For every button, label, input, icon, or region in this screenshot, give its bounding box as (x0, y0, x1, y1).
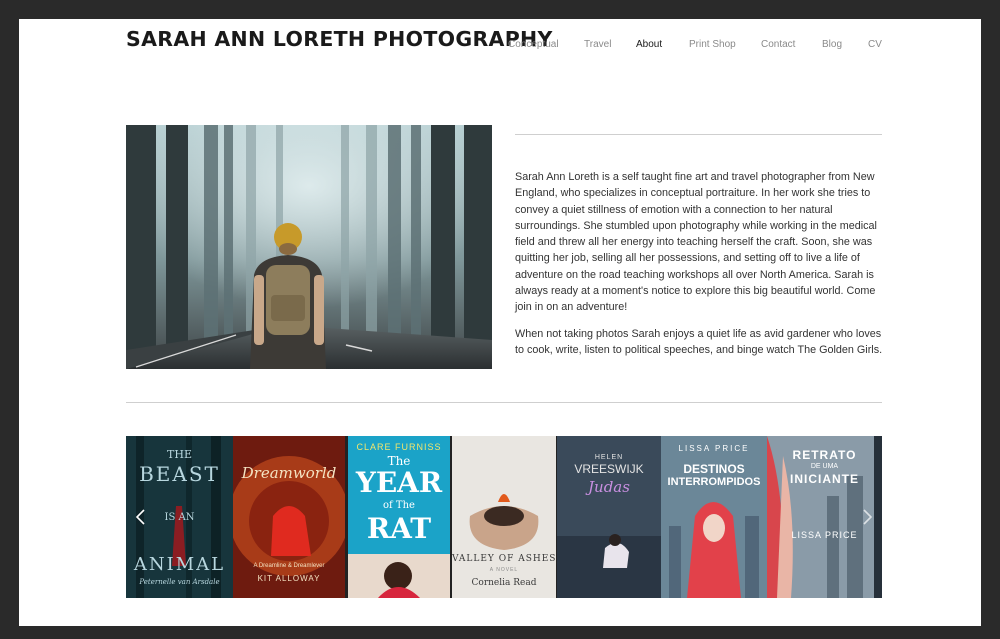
book-cover-year-of-the-rat[interactable]: CLARE FURNISS The YEAR of The RAT (348, 436, 450, 598)
book-5-title: Judas (588, 478, 630, 496)
nav-item-travel[interactable]: Travel (584, 39, 611, 50)
book-2-series: A Dreamline & Dreamlever (253, 563, 325, 569)
book-2-title: Dreamworld (241, 464, 337, 482)
chevron-left-icon (135, 509, 145, 525)
book-6-title-2: INTERROMPIDOS (667, 476, 761, 488)
book-1-title-1: THE (167, 448, 192, 461)
about-paragraph-1: Sarah Ann Loreth is a self taught fine a… (515, 171, 877, 314)
book-4-author: Cornelia Read (471, 578, 537, 588)
book-4-subtitle: A NOVEL (489, 567, 519, 573)
book-cover-judas[interactable]: HELEN VREESWIJK Judas (557, 436, 661, 598)
book-cover-dreamworld[interactable]: Dreamworld A Dreamline & Dreamlever KIT … (233, 436, 345, 598)
book-3-author: CLARE FURNISS (356, 442, 442, 452)
book-1-title-4: ANIMAL (133, 554, 226, 575)
about-paragraph-2: When not taking photos Sarah enjoys a qu… (515, 327, 883, 356)
nav-item-print-shop[interactable]: Print Shop (689, 39, 736, 50)
about-text: Sarah Ann Loreth is a self taught fine a… (515, 169, 885, 368)
book-3-title-2: YEAR (355, 466, 443, 499)
book-cover-valley-of-ashes[interactable]: VALLEY OF ASHES A NOVEL Cornelia Read (452, 436, 556, 598)
nav-item-cv[interactable]: CV (868, 39, 882, 50)
book-1-title-2: BEAST (139, 462, 220, 486)
book-2-author: KIT ALLOWAY (257, 574, 321, 583)
book-cover-destinos-interrompidos[interactable]: LISSA PRICE DESTINOS INTERROMPIDOS (661, 436, 767, 598)
book-5-author-1: HELEN (594, 454, 624, 461)
nav-item-conceptual[interactable]: Conceptual (508, 39, 559, 50)
main-nav: Conceptual Travel About Print Shop Conta… (19, 39, 981, 53)
divider-bottom (126, 402, 882, 403)
book-7-author: LISSA PRICE (791, 530, 858, 540)
book-7-title-1: RETRATO (792, 448, 857, 462)
book-3-title-4: RAT (366, 512, 432, 545)
chevron-right-icon (863, 509, 873, 525)
book-1-author: Peternelle van Arsdale (139, 578, 220, 586)
book-3-title-3: of The (383, 500, 415, 511)
divider-top (515, 134, 882, 135)
book-6-author: LISSA PRICE (678, 444, 750, 453)
carousel-next-button[interactable] (859, 508, 875, 526)
page: SARAH ANN LORETH PHOTOGRAPHY Conceptual … (19, 19, 981, 626)
nav-item-blog[interactable]: Blog (822, 39, 842, 50)
book-6-title-1: DESTINOS (683, 462, 745, 476)
book-4-title: VALLEY OF ASHES (452, 554, 556, 564)
book-7-title-2: DE UMA (810, 463, 839, 470)
book-5-author-2: VREESWIJK (574, 462, 644, 476)
book-7-title-3: INICIANTE (790, 472, 859, 486)
nav-item-about[interactable]: About (636, 39, 662, 50)
book-cover-carousel[interactable]: THE BEAST IS AN ANIMAL Peternelle van Ar… (126, 436, 882, 598)
nav-item-contact[interactable]: Contact (761, 39, 795, 50)
about-photo (126, 125, 492, 369)
carousel-prev-button[interactable] (133, 508, 149, 526)
